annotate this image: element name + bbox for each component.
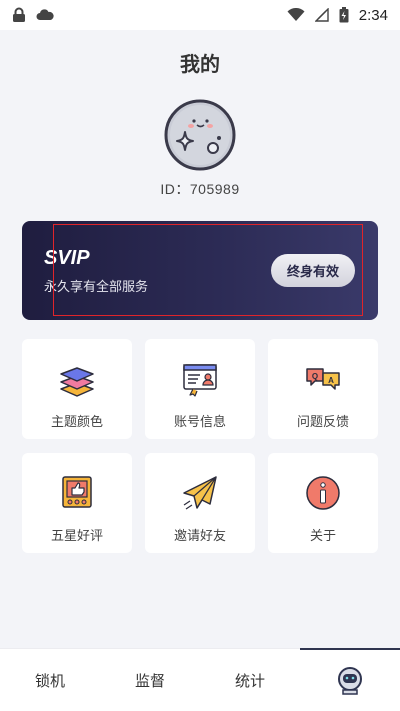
tile-label: 问题反馈: [296, 415, 349, 430]
status-bar: 2:34: [0, 0, 400, 30]
nav-statistics[interactable]: 统计: [200, 649, 300, 711]
tile-five-star-rating[interactable]: 五星好评: [22, 453, 132, 553]
svg-text:A: A: [328, 376, 334, 385]
status-left-icons: [12, 7, 54, 23]
moon-avatar-icon: [164, 99, 236, 171]
tile-label: 邀请好友: [173, 529, 226, 544]
svip-title: SVIP: [44, 247, 90, 269]
cloud-icon: [36, 9, 54, 20]
wifi-icon: [287, 8, 305, 21]
tile-feedback[interactable]: Q A 问题反馈: [268, 339, 378, 439]
status-right-icons: 2:34: [287, 7, 388, 24]
tile-label: 主题颜色: [50, 415, 103, 430]
signal-icon: [314, 8, 329, 22]
thumbs-up-stars-icon: [62, 476, 92, 508]
tile-about[interactable]: 关于: [268, 453, 378, 553]
page-title: 我的: [180, 52, 220, 76]
paper-plane-icon: [183, 476, 217, 510]
info-icon: [306, 476, 340, 510]
tile-label: 五星好评: [50, 529, 103, 544]
tile-label: 关于: [309, 529, 336, 544]
astronaut-icon: [338, 667, 362, 695]
svip-subtitle: 永久享有全部服务: [44, 280, 149, 295]
svip-card[interactable]: SVIP 永久享有全部服务 终身有效: [22, 221, 378, 320]
nav-supervise[interactable]: 监督: [100, 649, 200, 711]
status-time: 2:34: [358, 6, 388, 24]
qa-bubbles-icon: Q A: [306, 368, 340, 390]
lock-icon: [13, 7, 25, 22]
user-id: ID：705989: [160, 181, 240, 197]
nav-profile[interactable]: [300, 648, 400, 711]
nav-lock[interactable]: 锁机: [0, 649, 100, 711]
avatar[interactable]: [163, 98, 237, 172]
tile-invite-friends[interactable]: 邀请好友: [145, 453, 255, 553]
bottom-nav: 锁机 监督 统计: [0, 648, 400, 711]
tile-theme-color[interactable]: 主题颜色: [22, 339, 132, 439]
layers-icon: [60, 367, 94, 397]
battery-icon: [339, 7, 349, 23]
tile-label: 账号信息: [173, 415, 226, 430]
account-card-icon: [183, 364, 217, 397]
tile-account-info[interactable]: 账号信息: [145, 339, 255, 439]
lifetime-valid-button[interactable]: 终身有效: [271, 254, 355, 287]
svg-text:Q: Q: [312, 372, 318, 381]
